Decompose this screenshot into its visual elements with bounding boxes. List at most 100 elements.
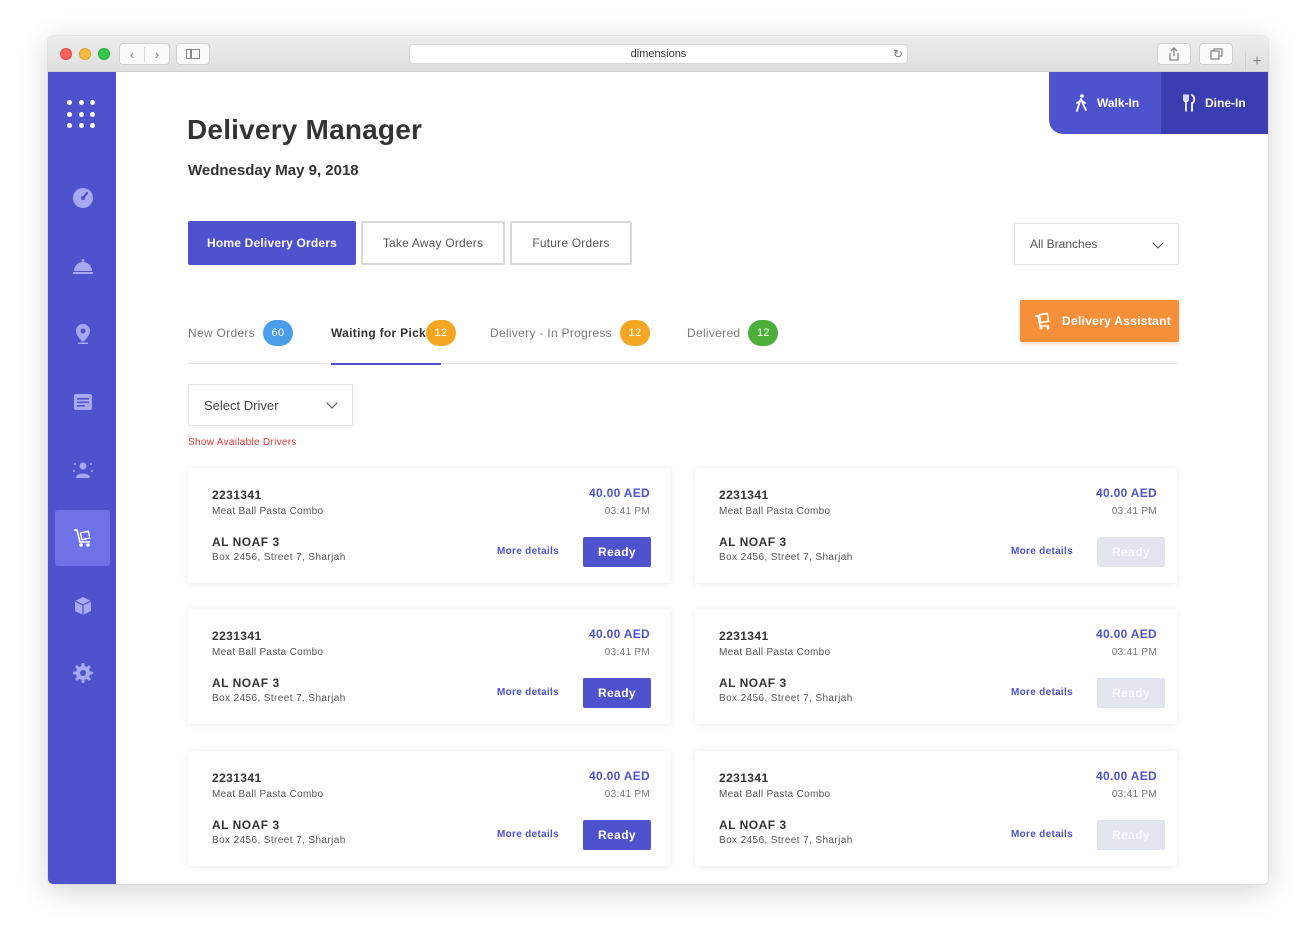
sidebar-item-settings[interactable] bbox=[55, 645, 110, 701]
order-item: Meat Ball Pasta Combo bbox=[212, 647, 324, 658]
new-tab-button[interactable]: + bbox=[1245, 52, 1268, 72]
chevron-down-icon bbox=[1152, 237, 1164, 249]
order-item: Meat Ball Pasta Combo bbox=[719, 647, 831, 658]
customer-name: AL NOAF 3 bbox=[212, 676, 280, 690]
customer-name: AL NOAF 3 bbox=[719, 676, 787, 690]
order-price: 40.00 AED bbox=[1096, 627, 1157, 641]
ready-button-disabled[interactable]: Ready bbox=[1097, 678, 1165, 708]
page-title: Delivery Manager bbox=[187, 114, 423, 145]
more-details-link[interactable]: More details bbox=[497, 829, 559, 840]
reload-icon[interactable]: ↻ bbox=[893, 45, 903, 63]
more-details-link[interactable]: More details bbox=[497, 687, 559, 698]
branch-select[interactable]: All Branches bbox=[1014, 223, 1179, 265]
tab-label: New Orders bbox=[188, 325, 256, 340]
order-time: 03:41 PM bbox=[604, 506, 650, 517]
customer-icon bbox=[72, 462, 93, 478]
order-id: 2231341 bbox=[212, 488, 262, 502]
show-available-drivers-link[interactable]: Show Available Drivers bbox=[188, 437, 297, 448]
orders-list-icon bbox=[73, 394, 92, 410]
close-window-button[interactable] bbox=[60, 48, 72, 60]
more-details-link[interactable]: More details bbox=[1011, 687, 1073, 698]
app-content: Walk-In Dine-In Delivery Manager Wednesd… bbox=[48, 72, 1268, 884]
tabs-icon bbox=[1209, 48, 1223, 60]
count-badge: 12 bbox=[748, 319, 779, 346]
order-price: 40.00 AED bbox=[589, 486, 650, 500]
minimize-window-button[interactable] bbox=[79, 48, 91, 60]
food-cloche-icon bbox=[72, 259, 93, 274]
dine-in-button[interactable]: Dine-In bbox=[1161, 72, 1268, 134]
sidebar bbox=[48, 72, 116, 884]
order-card: 2231341 Meat Ball Pasta Combo AL NOAF 3 … bbox=[188, 751, 670, 866]
forward-icon[interactable]: › bbox=[144, 46, 169, 62]
tab-waiting-for-pick[interactable]: Waiting for Pick 12 bbox=[331, 318, 456, 365]
walk-in-button[interactable]: Walk-In bbox=[1049, 72, 1161, 134]
order-time: 03:41 PM bbox=[1111, 789, 1157, 800]
order-price: 40.00 AED bbox=[1096, 486, 1157, 500]
walk-in-label: Walk-In bbox=[1097, 96, 1140, 110]
order-id: 2231341 bbox=[212, 629, 262, 643]
driver-select[interactable]: Select Driver bbox=[188, 384, 353, 426]
location-pin-icon bbox=[75, 324, 90, 344]
walking-person-icon bbox=[1076, 94, 1087, 112]
show-tabs-button[interactable] bbox=[1199, 43, 1233, 65]
share-icon bbox=[1169, 47, 1179, 61]
service-mode-switch: Walk-In Dine-In bbox=[1049, 72, 1268, 134]
take-away-orders-button[interactable]: Take Away Orders bbox=[361, 221, 505, 265]
order-id: 2231341 bbox=[719, 488, 769, 502]
customer-name: AL NOAF 3 bbox=[719, 535, 787, 549]
customer-address: Box 2456, Street 7, Sharjah bbox=[719, 552, 853, 563]
customer-name: AL NOAF 3 bbox=[212, 535, 280, 549]
sidebar-item-locations[interactable] bbox=[55, 306, 110, 362]
share-button[interactable] bbox=[1157, 43, 1191, 65]
ready-button[interactable]: Ready bbox=[583, 537, 651, 567]
home-delivery-orders-button[interactable]: Home Delivery Orders bbox=[188, 221, 356, 265]
tab-delivery-in-progress[interactable]: Delivery - In Progress 12 bbox=[490, 318, 650, 364]
branch-select-value: All Branches bbox=[1030, 237, 1098, 251]
ready-button[interactable]: Ready bbox=[583, 678, 651, 708]
order-item: Meat Ball Pasta Combo bbox=[719, 789, 831, 800]
maximize-window-button[interactable] bbox=[98, 48, 110, 60]
more-details-link[interactable]: More details bbox=[1011, 546, 1073, 557]
order-price: 40.00 AED bbox=[589, 627, 650, 641]
more-details-link[interactable]: More details bbox=[1011, 829, 1073, 840]
order-id: 2231341 bbox=[719, 629, 769, 643]
browser-titlebar: ‹ › dimensions ↻ + bbox=[48, 36, 1268, 72]
tab-label: Delivered bbox=[687, 325, 741, 340]
sidebar-item-menu[interactable] bbox=[55, 238, 110, 294]
future-orders-button[interactable]: Future Orders bbox=[510, 221, 632, 265]
ready-button-disabled[interactable]: Ready bbox=[1097, 537, 1165, 567]
tab-delivered[interactable]: Delivered 12 bbox=[687, 318, 779, 364]
ready-button[interactable]: Ready bbox=[583, 820, 651, 850]
sidebar-icon bbox=[186, 49, 200, 59]
status-tabs: New Orders 60 Waiting for Pick 12 Delive… bbox=[188, 318, 1179, 365]
customer-name: AL NOAF 3 bbox=[719, 818, 787, 832]
address-bar[interactable]: dimensions ↻ bbox=[409, 44, 908, 64]
apps-grid-icon[interactable] bbox=[67, 100, 97, 130]
order-time: 03:41 PM bbox=[604, 647, 650, 658]
tab-new-orders[interactable]: New Orders 60 bbox=[188, 318, 294, 364]
sidebar-item-dashboard[interactable] bbox=[55, 170, 110, 226]
order-card: 2231341 Meat Ball Pasta Combo AL NOAF 3 … bbox=[695, 468, 1177, 583]
customer-address: Box 2456, Street 7, Sharjah bbox=[212, 552, 346, 563]
sidebar-item-customers[interactable] bbox=[55, 442, 110, 498]
sidebar-item-inventory[interactable] bbox=[55, 578, 110, 634]
ready-button-disabled[interactable]: Ready bbox=[1097, 820, 1165, 850]
back-icon[interactable]: ‹ bbox=[120, 47, 144, 62]
tab-label: Waiting for Pick bbox=[331, 325, 427, 340]
driver-select-value: Select Driver bbox=[204, 397, 279, 413]
toggle-sidebar-button[interactable] bbox=[176, 43, 210, 65]
settings-gear-icon bbox=[72, 663, 93, 683]
order-card: 2231341 Meat Ball Pasta Combo AL NOAF 3 … bbox=[695, 609, 1177, 724]
customer-address: Box 2456, Street 7, Sharjah bbox=[212, 693, 346, 704]
customer-address: Box 2456, Street 7, Sharjah bbox=[719, 835, 853, 846]
order-time: 03:41 PM bbox=[604, 789, 650, 800]
order-card: 2231341 Meat Ball Pasta Combo AL NOAF 3 … bbox=[188, 468, 670, 583]
sidebar-item-orders[interactable] bbox=[55, 374, 110, 430]
order-time: 03:41 PM bbox=[1111, 647, 1157, 658]
page-date: Wednesday May 9, 2018 bbox=[188, 162, 359, 179]
delivery-cart-icon bbox=[73, 529, 91, 547]
more-details-link[interactable]: More details bbox=[497, 546, 559, 557]
sidebar-item-delivery[interactable] bbox=[55, 510, 110, 566]
package-icon bbox=[74, 597, 91, 615]
chevron-down-icon bbox=[326, 397, 338, 409]
